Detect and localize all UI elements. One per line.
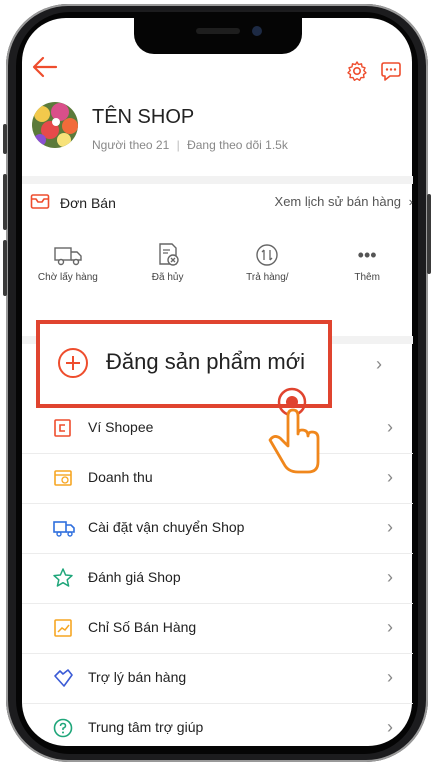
- status-more[interactable]: ••• Thêm: [327, 238, 407, 318]
- menu-item-label: Trung tâm trợ giúp: [88, 719, 204, 735]
- chevron-right-icon: ›: [387, 417, 393, 437]
- menu-item-help-center[interactable]: Trung tâm trợ giúp ›: [22, 704, 413, 753]
- notch: [134, 18, 302, 54]
- chevron-right-icon: ›: [387, 567, 393, 587]
- help-icon: [52, 717, 74, 739]
- chevron-right-icon: ›: [387, 717, 393, 737]
- orders-title: Đơn Bán: [30, 192, 116, 213]
- speaker: [196, 28, 240, 34]
- menu-item-shop-rating[interactable]: Đánh giá Shop ›: [22, 554, 413, 604]
- back-arrow-icon[interactable]: [32, 54, 58, 84]
- stats-divider: |: [176, 138, 180, 152]
- menu-item-label: Cài đặt vận chuyển Shop: [88, 519, 245, 535]
- shop-header[interactable]: TÊN SHOP Người theo 21 | Đang theo dõi 1…: [0, 102, 435, 168]
- return-icon: [227, 238, 307, 272]
- status-awaiting-pickup[interactable]: Chờ lấy hàng: [28, 238, 108, 318]
- orders-row[interactable]: Đơn Bán Xem lịch sử bán hàng ›: [0, 182, 435, 222]
- shop-avatar[interactable]: [32, 102, 78, 148]
- front-camera: [252, 26, 262, 36]
- following-count: Đang theo dõi 1.5k: [187, 138, 288, 152]
- chat-icon[interactable]: [380, 60, 402, 82]
- more-icon: •••: [357, 244, 377, 265]
- chevron-right-icon: ›: [387, 517, 393, 537]
- assistant-icon: [52, 667, 74, 689]
- shop-stats: Người theo 21 | Đang theo dõi 1.5k: [92, 138, 288, 152]
- menu-item-label: Doanh thu: [88, 469, 153, 485]
- tap-hand-icon: [258, 386, 328, 476]
- order-status-bar: Chờ lấy hàng Đã hủy Trả hàng/ ••• Thêm: [0, 238, 435, 318]
- menu-item-revenue[interactable]: Doanh thu ›: [22, 454, 413, 504]
- orders-icon: [30, 192, 50, 213]
- menu-item-sales-assistant[interactable]: Trợ lý bán hàng ›: [22, 654, 413, 704]
- chevron-right-icon: ›: [376, 354, 382, 374]
- seller-menu: Ví Shopee › Doanh thu › Cài đặt vận chuy…: [22, 404, 413, 753]
- chart-icon: [52, 617, 74, 639]
- menu-item-shipping-settings[interactable]: Cài đặt vận chuyển Shop ›: [22, 504, 413, 554]
- sales-history-link[interactable]: Xem lịch sử bán hàng ›: [275, 194, 413, 209]
- menu-item-label: Trợ lý bán hàng: [88, 669, 187, 685]
- truck-icon: [28, 238, 108, 272]
- status-label: Đã hủy: [151, 272, 184, 283]
- shipping-icon: [52, 517, 75, 539]
- chevron-right-icon: ›: [387, 617, 393, 637]
- shop-name: TÊN SHOP: [92, 106, 195, 128]
- followers-count: Người theo 21: [92, 138, 170, 152]
- wallet-icon: [52, 417, 74, 439]
- menu-item-sales-metrics[interactable]: Chỉ Số Bán Hàng ›: [22, 604, 413, 654]
- add-circle-icon: [58, 348, 88, 378]
- chevron-right-icon: ›: [408, 194, 413, 209]
- menu-item-shopee-wallet[interactable]: Ví Shopee ›: [22, 404, 413, 454]
- orders-title-label: Đơn Bán: [60, 194, 116, 211]
- settings-gear-icon[interactable]: [346, 60, 368, 82]
- menu-item-label: Chỉ Số Bán Hàng: [88, 619, 197, 635]
- post-new-product-label: Đăng sản phẩm mới: [106, 349, 306, 374]
- menu-item-label: Ví Shopee: [88, 419, 154, 435]
- top-bar: [0, 54, 435, 90]
- cancelled-doc-icon: [128, 238, 208, 272]
- chevron-right-icon: ›: [387, 667, 393, 687]
- star-icon: [52, 567, 74, 589]
- revenue-icon: [52, 467, 74, 489]
- sales-history-label: Xem lịch sử bán hàng: [274, 194, 402, 209]
- status-returns[interactable]: Trả hàng/: [227, 238, 307, 318]
- status-label: Trả hàng/: [246, 272, 289, 283]
- menu-item-label: Đánh giá Shop: [88, 569, 181, 585]
- status-label: Thêm: [354, 272, 380, 283]
- status-label: Chờ lấy hàng: [37, 272, 98, 283]
- status-cancelled[interactable]: Đã hủy: [128, 238, 208, 318]
- chevron-right-icon: ›: [387, 467, 393, 487]
